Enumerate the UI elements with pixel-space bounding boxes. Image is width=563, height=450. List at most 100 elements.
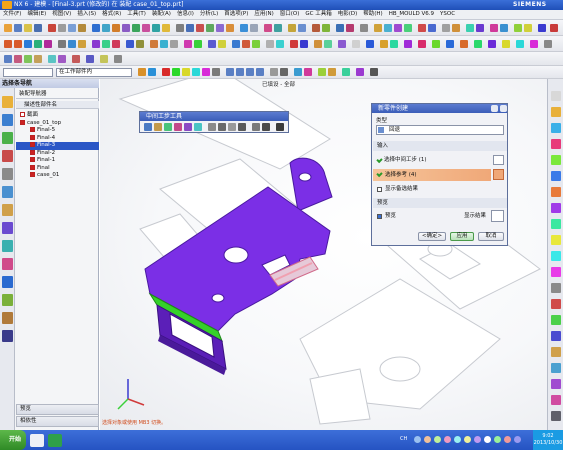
preview-check-row[interactable]: 预览 (376, 212, 426, 221)
sketch-icon[interactable] (92, 24, 100, 32)
snap-icon[interactable] (380, 40, 388, 48)
tray-icon-1[interactable] (414, 436, 421, 443)
bend-icon[interactable] (394, 24, 402, 32)
synchronous-icon[interactable] (352, 40, 360, 48)
datum-plane-icon[interactable] (150, 40, 158, 48)
right-tool-7-icon[interactable] (551, 187, 561, 197)
offset-face-icon[interactable] (324, 40, 332, 48)
start-button[interactable]: 开始 (0, 430, 26, 450)
reuse-library-tab-icon[interactable] (2, 150, 13, 162)
right-tool-21-icon[interactable] (551, 411, 561, 421)
step-tool-6-icon[interactable] (194, 123, 202, 131)
show-alt-row[interactable]: 显示备选结果 (376, 185, 504, 194)
pocket-icon[interactable] (86, 55, 94, 63)
trim-icon[interactable] (92, 40, 100, 48)
filter-icon[interactable] (390, 40, 398, 48)
component-icon[interactable] (322, 24, 330, 32)
tree-item-final-2[interactable]: Final-2 (16, 149, 99, 158)
type-select[interactable]: 回退 (376, 125, 504, 135)
hd3d-tools-tab-icon[interactable] (2, 168, 13, 180)
tray-icon-3[interactable] (434, 436, 441, 443)
show-alt-checkbox[interactable] (377, 187, 382, 192)
right-tool-6-icon[interactable] (551, 171, 561, 181)
right-tool-2-icon[interactable] (551, 107, 561, 117)
hole-icon[interactable] (122, 24, 130, 32)
select-intermediate-row[interactable]: 选择中间工步 (1) (376, 155, 490, 165)
checkbox-icon[interactable] (30, 134, 35, 140)
revolve-icon[interactable] (112, 24, 120, 32)
export-icon[interactable] (538, 24, 546, 32)
shell-icon[interactable] (162, 24, 170, 32)
menu-view[interactable]: 视图(V) (49, 10, 74, 19)
step-tool-12-icon[interactable] (262, 123, 270, 131)
step-tool-8-icon[interactable] (218, 123, 226, 131)
layout-icon[interactable] (476, 24, 484, 32)
menu-movie[interactable]: 电影(D) (335, 10, 361, 19)
tray-icon-6[interactable] (464, 436, 471, 443)
copy-icon[interactable] (68, 24, 76, 32)
view-top-icon[interactable] (236, 68, 244, 76)
quadrant-icon[interactable] (202, 68, 210, 76)
step-tool-3-icon[interactable] (164, 123, 172, 131)
menu-application[interactable]: 应用(N) (251, 10, 276, 19)
menu-help[interactable]: 帮助(H) (360, 10, 385, 19)
menu-assembly[interactable]: 装配(A) (149, 10, 174, 19)
punch-icon[interactable] (418, 24, 426, 32)
draft-icon[interactable] (218, 40, 226, 48)
center-point-icon[interactable] (192, 68, 200, 76)
menu-format[interactable]: 格式(R) (99, 10, 124, 19)
checkbox-icon[interactable] (30, 149, 35, 155)
step-tool-2-icon[interactable] (154, 123, 162, 131)
more-icon[interactable] (544, 40, 552, 48)
unite-icon[interactable] (232, 40, 240, 48)
right-tool-3-icon[interactable] (551, 123, 561, 133)
taskbar-app-1-icon[interactable] (30, 434, 44, 447)
csys-icon[interactable] (170, 40, 178, 48)
camera-icon[interactable] (370, 68, 378, 76)
cam-icon[interactable] (346, 24, 354, 32)
die-icon[interactable] (428, 24, 436, 32)
assembly-icon[interactable] (312, 24, 320, 32)
reference-select-icon[interactable] (493, 169, 504, 180)
tray-icon-5[interactable] (454, 436, 461, 443)
tree-item-final[interactable]: Final (16, 164, 99, 173)
snap-point-icon[interactable] (162, 68, 170, 76)
right-tool-14-icon[interactable] (551, 299, 561, 309)
preview-panel-header[interactable]: 预览 (16, 404, 99, 415)
library-icon[interactable] (490, 24, 498, 32)
step-tool-4-icon[interactable] (174, 123, 182, 131)
right-tool-19-icon[interactable] (551, 379, 561, 389)
step-tool-7-icon[interactable] (208, 123, 216, 131)
process-studio-tab-icon[interactable] (2, 240, 13, 252)
intersect-icon[interactable] (252, 40, 260, 48)
right-tool-16-icon[interactable] (551, 331, 561, 341)
blank-icon[interactable] (452, 24, 460, 32)
step-tool-9-icon[interactable] (228, 123, 236, 131)
right-tool-9-icon[interactable] (551, 219, 561, 229)
chamfer-icon[interactable] (152, 24, 160, 32)
menu-hb-mould[interactable]: HB_MOULD V6.9 (386, 10, 437, 19)
assembly-navigator-tab-icon[interactable] (2, 96, 13, 108)
menu-gc-toolbox[interactable]: GC 工具箱 (302, 10, 334, 19)
menu-ysoc[interactable]: YSOC (437, 10, 458, 19)
manufacturing-wizard-tab-icon[interactable] (2, 258, 13, 270)
strip-icon[interactable] (442, 24, 450, 32)
dialog-close-icon[interactable] (500, 105, 507, 112)
mold-wizard-icon[interactable] (288, 24, 296, 32)
step-tool-11-icon[interactable] (252, 123, 260, 131)
view-iso-icon[interactable] (256, 68, 264, 76)
delete-face-icon[interactable] (290, 40, 298, 48)
tree-item-final-4[interactable]: Final-4 (16, 134, 99, 143)
start-icon[interactable] (4, 24, 12, 32)
mirror-icon[interactable] (112, 40, 120, 48)
taskbar-app-2-icon[interactable] (48, 434, 62, 447)
view-right-icon[interactable] (246, 68, 254, 76)
input-section-header[interactable]: 输入 (373, 141, 507, 151)
tree-item-section[interactable]: 截面 (16, 112, 99, 120)
language-indicator[interactable]: CH (400, 436, 407, 442)
paste-icon[interactable] (78, 24, 86, 32)
deselect-icon[interactable] (148, 68, 156, 76)
unbend-icon[interactable] (404, 24, 412, 32)
mold-tools-icon[interactable] (4, 55, 12, 63)
step-tool-13-icon[interactable] (276, 123, 284, 131)
